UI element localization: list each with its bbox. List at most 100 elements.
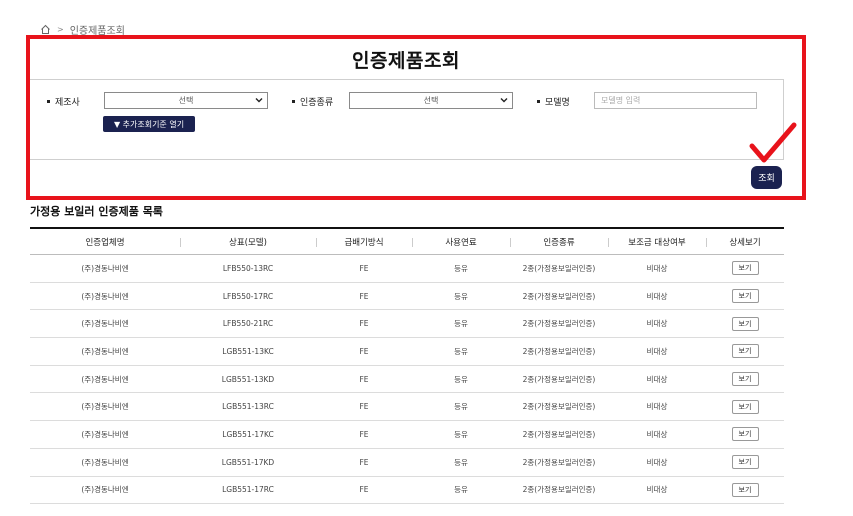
cert-type-cell: 2종(가정용보일러인증) [522,263,596,273]
view-button[interactable]: 보기 [731,372,759,387]
fuel-cell: 등유 [454,457,468,467]
cert-type-select[interactable]: 선택 [349,92,513,109]
exhaust-type-cell: FE [359,402,369,412]
cert-type-cell: 2종(가정용보일러인증) [522,374,596,384]
cert-type-cell: 2종(가정용보일러인증) [522,319,596,329]
column-header: 보조금 대상여부 [608,236,706,248]
column-header: 인증종류 [510,236,608,248]
manufacturer-label: 제조사 [47,95,80,108]
exhaust-type-cell: FE [359,263,369,273]
detail-cell: 보기 [706,399,784,414]
fuel-cell: 등유 [454,263,468,273]
company-cell: (주)경동나비엔 [81,485,129,495]
column-header: 인증업체명 [85,237,125,248]
detail-cell: 보기 [706,482,784,497]
view-button[interactable]: 보기 [731,344,759,359]
subsidy-cell: 비대상 [646,263,668,273]
subsidy-cell: 비대상 [646,319,668,329]
subsidy-cell: 비대상 [646,485,668,495]
table-row: (주)경동나비엔 LGB551-17KC FE 등유 2종(가정용보일러인증) … [30,421,784,449]
model-label: 모델명 [537,95,570,108]
check-mark-icon [749,122,797,163]
subsidy-cell: 비대상 [646,291,668,301]
model-cell: LGB551-13KC [222,346,274,356]
exhaust-type-cell: FE [359,319,369,329]
company-cell: (주)경동나비엔 [81,429,129,439]
column-header: 상표(모델) [180,236,316,248]
table-row: (주)경동나비엔 LGB551-17RC FE 등유 2종(가정용보일러인증) … [30,477,784,505]
advanced-search-toggle-button[interactable]: ▼ 추가조회기준 열기 [103,116,195,132]
exhaust-type-cell: FE [359,346,369,356]
model-cell: LGB551-13KD [221,374,275,384]
fuel-cell: 등유 [454,429,468,439]
view-button[interactable]: 보기 [731,261,759,276]
cert-type-cell: 2종(가정용보일러인증) [522,346,596,356]
detail-cell: 보기 [706,344,784,359]
view-button[interactable]: 보기 [731,316,759,331]
cert-type-cell: 2종(가정용보일러인증) [522,402,596,412]
model-cell: LFB550-21RC [222,319,274,329]
subsidy-cell: 비대상 [646,346,668,356]
cert-type-cell: 2종(가정용보일러인증) [522,457,596,467]
detail-cell: 보기 [706,316,784,331]
fuel-cell: 등유 [454,346,468,356]
view-button[interactable]: 보기 [731,399,759,414]
subsidy-cell: 비대상 [646,457,668,467]
table-row: (주)경동나비엔 LFB550-17RC FE 등유 2종(가정용보일러인증) … [30,283,784,311]
chevron-down-icon [255,98,263,103]
model-cell: LFB550-17RC [222,291,274,301]
column-header: 상세보기 [706,236,784,248]
breadcrumb-separator-icon: > [57,24,64,34]
table-row: (주)경동나비엔 LGB551-13KD FE 등유 2종(가정용보일러인증) … [30,366,784,394]
home-icon[interactable] [40,24,51,35]
chevron-down-icon [500,98,508,103]
fuel-cell: 등유 [454,319,468,329]
breadcrumb: > 인증제품조회 [40,22,125,37]
model-input[interactable] [594,92,757,109]
table-row: (주)경동나비엔 LGB551-17KD FE 등유 2종(가정용보일러인증) … [30,449,784,477]
model-cell: LGB551-17KC [222,429,274,439]
detail-cell: 보기 [706,455,784,470]
list-title: 가정용 보일러 인증제품 목록 [30,205,163,218]
model-cell: LFB550-13RC [222,263,274,273]
detail-cell: 보기 [706,289,784,304]
model-cell: LGB551-13RC [222,402,274,412]
column-header: 사용연료 [412,236,510,248]
exhaust-type-cell: FE [359,457,369,467]
subsidy-cell: 비대상 [646,429,668,439]
table-row: (주)경동나비엔 LGB551-13RC FE 등유 2종(가정용보일러인증) … [30,393,784,422]
company-cell: (주)경동나비엔 [81,346,129,356]
page-title: 인증제품조회 [352,50,460,72]
subsidy-cell: 비대상 [646,402,668,412]
fuel-cell: 등유 [454,402,468,412]
model-cell: LGB551-17KD [221,457,275,467]
cert-type-cell: 2종(가정용보일러인증) [522,429,596,439]
view-button[interactable]: 보기 [731,455,759,470]
company-cell: (주)경동나비엔 [81,319,129,329]
cert-type-label: 인증종류 [292,95,333,108]
fuel-cell: 등유 [454,291,468,301]
table-row: (주)경동나비엔 LFB550-13RC FE 등유 2종(가정용보일러인증) … [30,255,784,283]
detail-cell: 보기 [706,372,784,387]
cert-type-cell: 2종(가정용보일러인증) [522,291,596,301]
fuel-cell: 등유 [454,485,468,495]
detail-cell: 보기 [706,261,784,276]
company-cell: (주)경동나비엔 [81,263,129,273]
view-button[interactable]: 보기 [731,427,759,442]
view-button[interactable]: 보기 [731,289,759,304]
company-cell: (주)경동나비엔 [81,457,129,467]
search-button[interactable]: 조회 [751,166,782,189]
company-cell: (주)경동나비엔 [81,374,129,384]
table-row: (주)경동나비엔 LGB551-13KC FE 등유 2종(가정용보일러인증) … [30,338,784,366]
fuel-cell: 등유 [454,374,468,384]
table-row: (주)경동나비엔 LFB550-21RC FE 등유 2종(가정용보일러인증) … [30,310,784,339]
model-cell: LGB551-17RC [222,485,274,495]
table-header-row: 인증업체명 상표(모델) 급배기방식 사용연료 인증종류 보조금 대상여부 상세… [30,229,784,255]
cert-type-cell: 2종(가정용보일러인증) [522,485,596,495]
manufacturer-select[interactable]: 선택 [104,92,268,109]
view-button[interactable]: 보기 [731,482,759,497]
exhaust-type-cell: FE [359,429,369,439]
detail-cell: 보기 [706,427,784,442]
company-cell: (주)경동나비엔 [81,402,129,412]
exhaust-type-cell: FE [359,485,369,495]
